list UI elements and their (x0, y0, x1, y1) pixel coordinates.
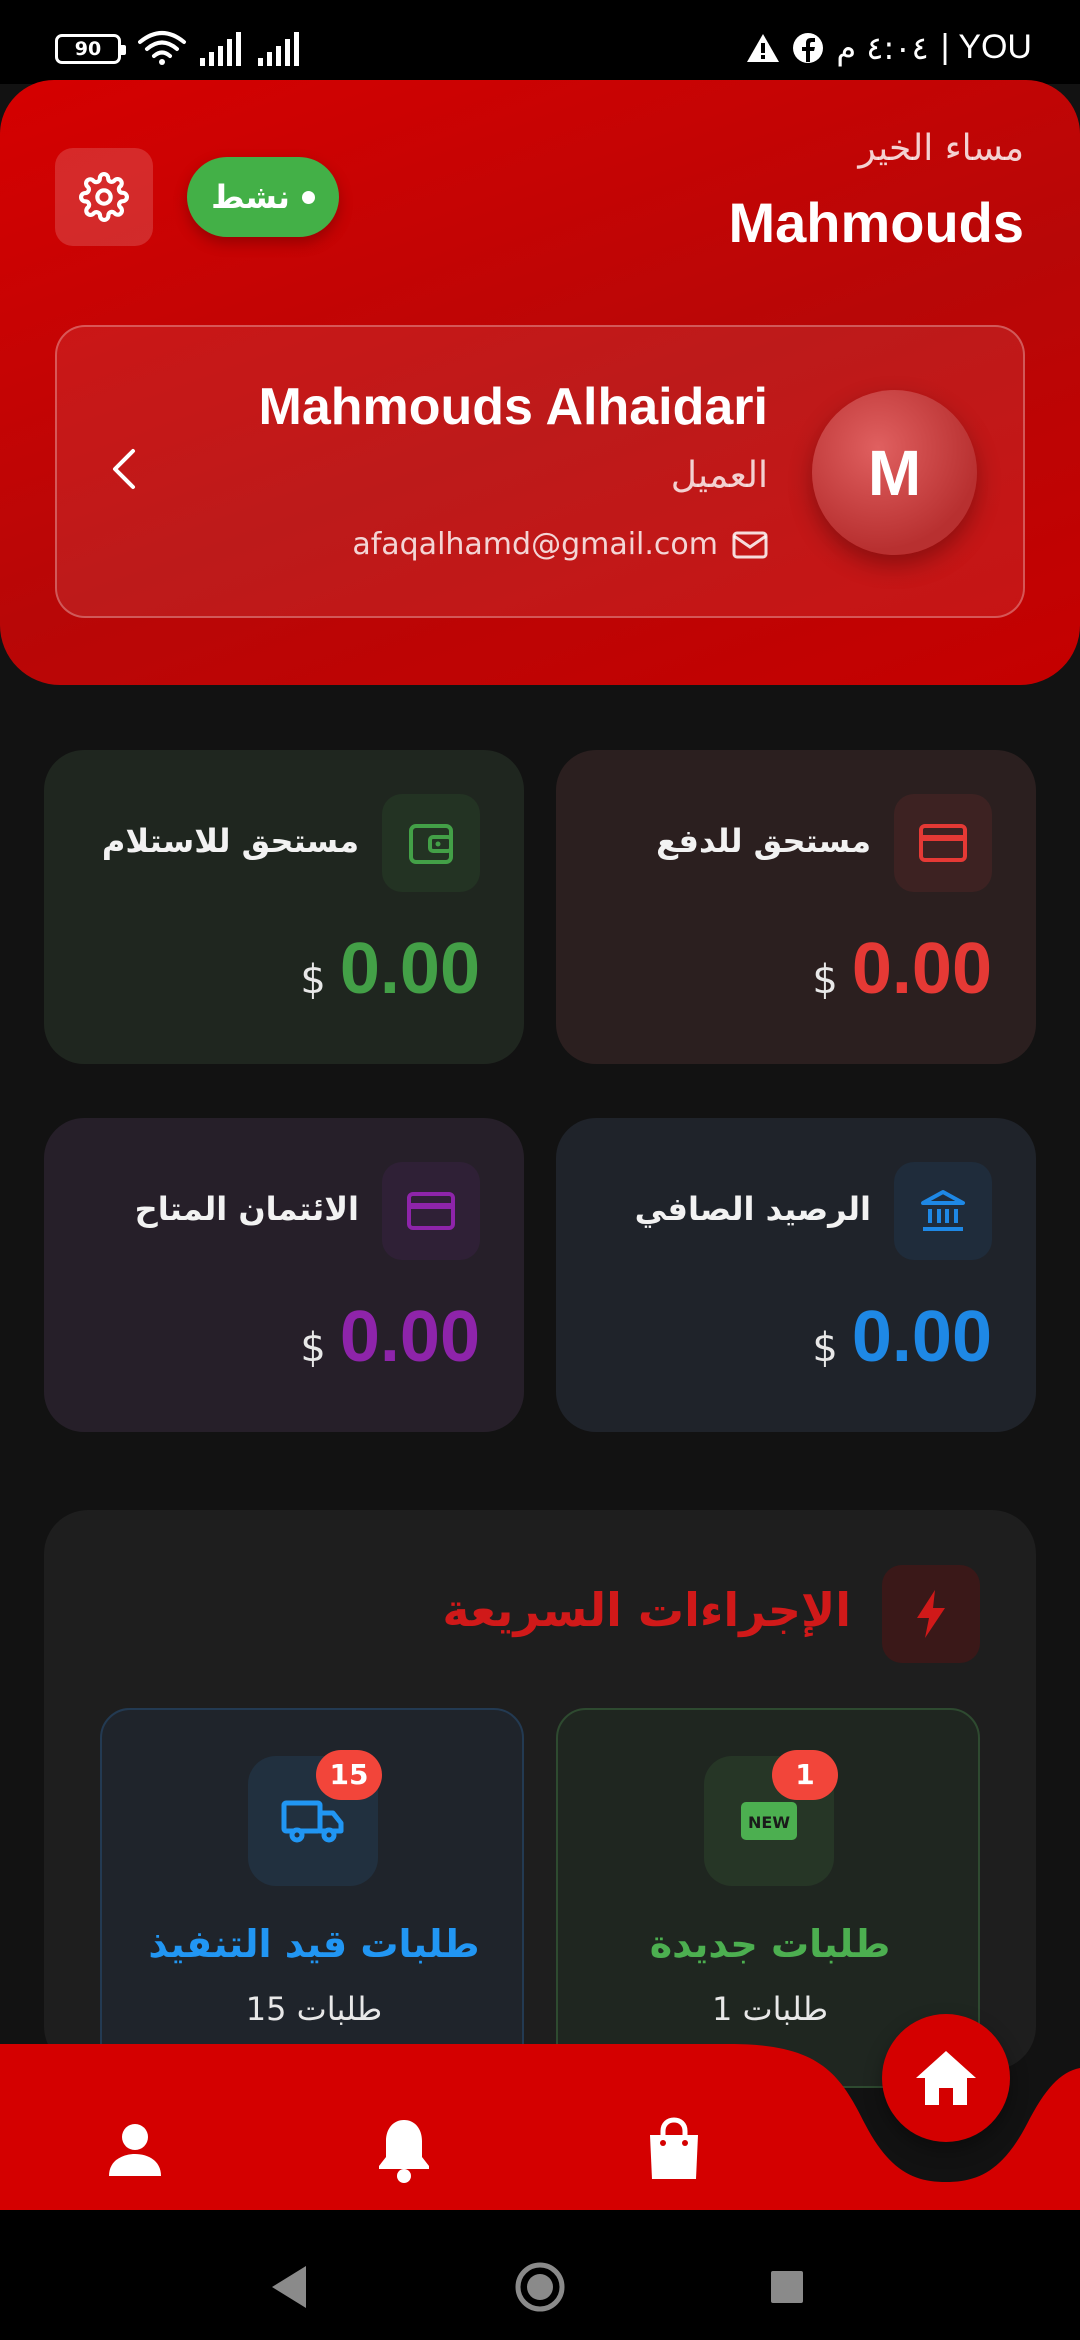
notification-badge: 15 (316, 1750, 382, 1800)
profile-name: Mahmouds Alhaidari (258, 378, 768, 436)
nav-notifications[interactable] (364, 2110, 444, 2190)
quick-actions-title: الإجراءات السريعة (442, 1583, 851, 1637)
profile-card[interactable]: M Mahmouds Alhaidari العميل afaqalhamd@g… (55, 325, 1025, 618)
battery-level: 90 (74, 38, 102, 60)
stat-label: الائتمان المتاح (134, 1190, 359, 1228)
chevron-left-icon[interactable] (109, 447, 139, 491)
currency-symbol: $ (300, 1325, 326, 1371)
quick-actions-icon-box (882, 1565, 980, 1663)
stat-amount: $ 0.00 (812, 928, 992, 1010)
stat-value: 0.00 (851, 1297, 992, 1377)
credit-card-icon (919, 824, 967, 862)
profile-role: العميل (670, 455, 768, 496)
status-badge: نشط (187, 157, 339, 237)
stat-value: 0.00 (851, 929, 992, 1009)
shopping-bag-icon (650, 2117, 698, 2179)
nav-profile[interactable] (95, 2110, 175, 2190)
svg-text:NEW: NEW (748, 1813, 790, 1832)
quick-actions-panel: الإجراءات السريعة NEW 1 طلبات جديدة 1 طل… (44, 1510, 1036, 2088)
username: Mahmouds (728, 191, 1024, 254)
truck-icon (281, 1800, 344, 1843)
carrier-name: YOU (958, 28, 1032, 66)
wifi-icon (138, 31, 186, 65)
status-label: نشط (211, 178, 290, 216)
stat-icon-box (894, 1162, 992, 1260)
wallet-icon (409, 824, 453, 864)
status-bar: 90 ٤:٠٤ م | YOU (0, 0, 1080, 84)
stat-label: مستحق للاستلام (101, 822, 359, 860)
currency-symbol: $ (812, 1325, 838, 1371)
stat-label: مستحق للدفع (656, 822, 871, 860)
home-icon (916, 2051, 976, 2105)
stat-card-net-balance[interactable]: الرصيد الصافي $ 0.00 (556, 1118, 1036, 1432)
stat-amount: $ 0.00 (812, 1296, 992, 1378)
notification-badge: 1 (772, 1750, 838, 1800)
stat-icon-box (382, 794, 480, 892)
action-subtitle: 15 طلبات (245, 1990, 383, 2028)
status-icons-right: ٤:٠٤ م | YOU (746, 28, 1032, 67)
action-in-progress-orders[interactable]: 15 طلبات قيد التنفيذ 15 طلبات (100, 1708, 524, 2088)
stat-value: 0.00 (339, 1297, 480, 1377)
action-title: طلبات قيد التنفيذ (148, 1922, 480, 1966)
profile-email-row: afaqalhamd@gmail.com (352, 527, 768, 562)
facebook-icon (793, 32, 824, 63)
stat-icon-box (894, 794, 992, 892)
home-button[interactable] (882, 2014, 1010, 2142)
bell-icon (379, 2120, 429, 2183)
new-badge-icon: NEW (741, 1802, 797, 1840)
mail-icon (732, 531, 768, 558)
signal-icon (258, 32, 299, 66)
back-icon (272, 2266, 306, 2308)
carrier-label: | YOU (940, 28, 1032, 66)
nav-orders[interactable] (634, 2110, 714, 2190)
clock: ٤:٠٤ م (836, 28, 929, 67)
lightning-icon (917, 1590, 945, 1638)
system-nav-bar (0, 2210, 1080, 2340)
stat-card-payable[interactable]: مستحق للدفع $ 0.00 (556, 750, 1036, 1064)
currency-symbol: $ (812, 957, 838, 1003)
stat-amount: $ 0.00 (300, 1296, 480, 1378)
stat-card-receivable[interactable]: مستحق للاستلام $ 0.00 (44, 750, 524, 1064)
stat-card-available-credit[interactable]: الائتمان المتاح $ 0.00 (44, 1118, 524, 1432)
settings-button[interactable] (55, 148, 153, 246)
profile-email: afaqalhamd@gmail.com (352, 527, 718, 562)
stat-value: 0.00 (339, 929, 480, 1009)
signal-icon (200, 32, 241, 66)
header: مساء الخير Mahmouds نشط M Mahmouds Alhai… (0, 80, 1080, 685)
gear-icon (79, 172, 129, 222)
currency-symbol: $ (300, 957, 326, 1003)
credit-card-icon (407, 1192, 455, 1230)
stat-icon-box (382, 1162, 480, 1260)
bank-icon (921, 1190, 965, 1231)
profile-icon (109, 2124, 161, 2176)
battery-icon: 90 (55, 34, 126, 64)
status-dot (301, 190, 315, 204)
recents-icon (771, 2271, 803, 2303)
action-title: طلبات جديدة (649, 1922, 891, 1966)
alert-icon (747, 33, 780, 62)
stat-label: الرصيد الصافي (634, 1190, 871, 1228)
stat-amount: $ 0.00 (300, 928, 480, 1010)
status-icons-left (138, 28, 318, 72)
avatar: M (812, 390, 977, 555)
greeting: مساء الخير (858, 128, 1024, 169)
